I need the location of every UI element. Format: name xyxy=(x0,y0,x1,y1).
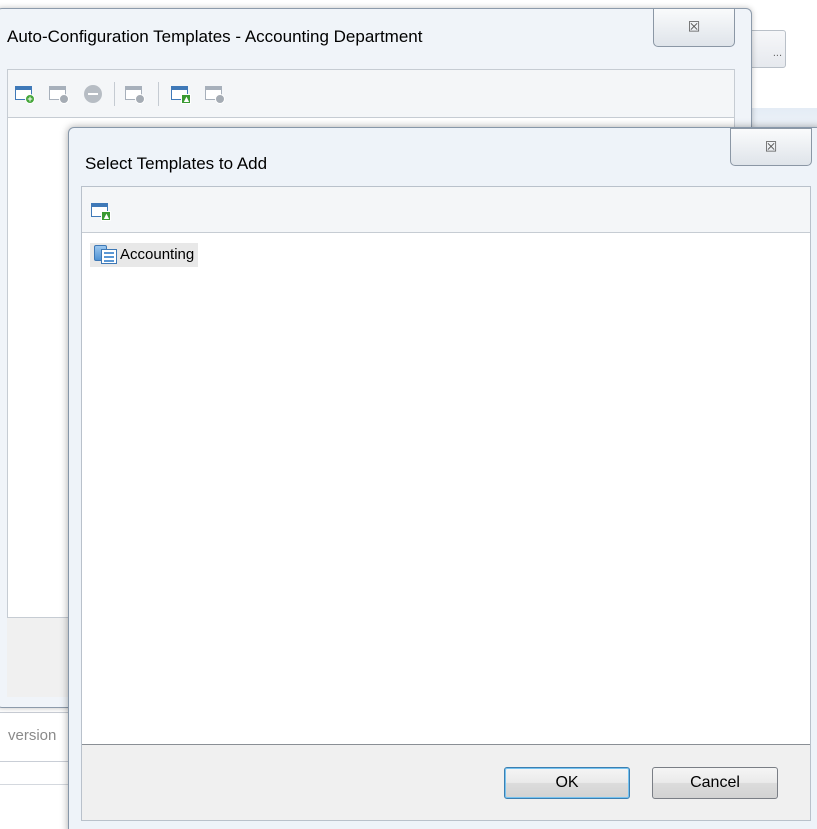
ok-button[interactable]: OK xyxy=(504,767,630,799)
list-item[interactable]: Accounting xyxy=(90,243,199,267)
dialog-toolbar: ▲ xyxy=(82,187,810,233)
background-version-label: version xyxy=(8,727,57,744)
group-template-icon xyxy=(94,245,118,265)
select-templates-dialog: Select Templates to Add ☒ ▲ Accounting O… xyxy=(68,127,817,829)
templates-toolbar: + ▲ xyxy=(7,69,735,117)
close-icon: ☒ xyxy=(687,18,701,35)
background-divider xyxy=(0,784,68,785)
close-icon: ☒ xyxy=(764,138,778,155)
add-from-templates-icon[interactable]: ▲ xyxy=(90,199,112,221)
close-button[interactable]: ☒ xyxy=(653,9,735,47)
window-title: Auto-Configuration Templates - Accountin… xyxy=(7,27,423,46)
dialog-close-button[interactable]: ☒ xyxy=(730,128,812,166)
template-tree: Accounting xyxy=(82,233,810,745)
export-icon[interactable] xyxy=(204,82,226,104)
background-browse-button[interactable]: ... xyxy=(748,30,786,68)
dialog-title: Select Templates to Add xyxy=(85,154,268,173)
dialog-content: ▲ Accounting OK Cancel xyxy=(81,186,811,821)
list-item-label: Accounting xyxy=(120,246,195,263)
properties-icon[interactable] xyxy=(124,82,146,104)
cancel-button[interactable]: Cancel xyxy=(652,767,778,799)
toolbar-separator xyxy=(158,82,159,106)
edit-template-icon[interactable] xyxy=(48,82,70,104)
new-template-icon[interactable]: + xyxy=(14,82,36,104)
dialog-footer: OK Cancel xyxy=(82,745,810,820)
remove-icon[interactable] xyxy=(82,82,104,104)
toolbar-separator xyxy=(114,82,115,106)
add-from-templates-icon[interactable]: ▲ xyxy=(170,82,192,104)
